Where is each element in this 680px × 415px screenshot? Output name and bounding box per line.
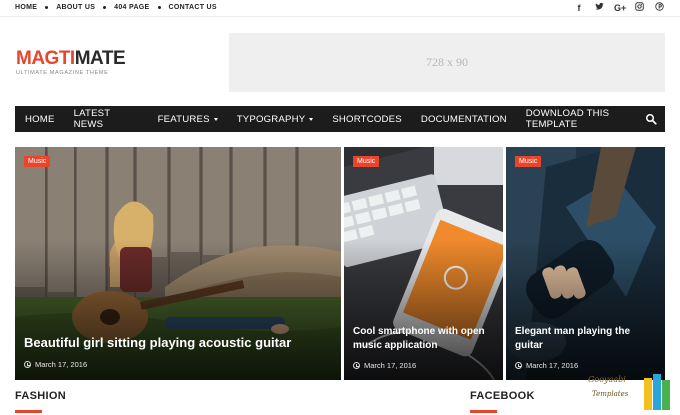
facebook-icon[interactable]: f: [574, 2, 584, 14]
top-nav-contact-us[interactable]: CONTACT US: [169, 4, 217, 11]
twitter-icon[interactable]: [594, 2, 604, 14]
category-badge[interactable]: Music: [353, 156, 380, 167]
books-icon: [644, 374, 670, 410]
post-date-text: March 17, 2016: [526, 361, 579, 370]
watermark-logo: Gooyaabi Templates: [582, 372, 674, 412]
section-heading-facebook: FACEBOOK: [470, 390, 535, 402]
top-nav-about-us[interactable]: ABOUT US: [56, 4, 95, 11]
logo-part-2: MATE: [74, 48, 126, 69]
separator-dot: [103, 6, 107, 9]
clock-icon: [24, 361, 31, 368]
nav-documentation[interactable]: DOCUMENTATION: [411, 106, 516, 132]
image-gradient: [506, 240, 665, 380]
top-nav: HOME ABOUT US 404 PAGE CONTACT US: [15, 4, 217, 11]
search-icon[interactable]: [645, 113, 657, 125]
caret-down-icon: [213, 117, 218, 121]
top-nav-home[interactable]: HOME: [15, 4, 37, 11]
post-date: March 17, 2016: [515, 361, 578, 370]
post-date: March 17, 2016: [24, 360, 87, 369]
section-accent-line: [15, 410, 42, 413]
ad-size-label: 728 x 90: [426, 55, 468, 69]
post-title[interactable]: Beautiful girl sitting playing acoustic …: [24, 334, 324, 352]
post-title[interactable]: Cool smartphone with open music applicat…: [353, 325, 498, 352]
nav-download-template[interactable]: DOWNLOAD THIS TEMPLATE: [516, 106, 665, 132]
clock-icon: [515, 362, 522, 369]
nav-features-label: FEATURES: [157, 113, 210, 125]
site-logo[interactable]: MAGTIMATE ULTIMATE MAGAZINE THEME: [16, 48, 126, 77]
featured-post-1[interactable]: Music Beautiful girl sitting playing aco…: [15, 147, 341, 380]
instagram-icon[interactable]: [634, 2, 644, 14]
logo-wordmark: MAGTIMATE: [16, 48, 126, 69]
post-date: March 17, 2016: [353, 361, 416, 370]
separator-dot: [45, 6, 49, 9]
nav-latest-news-label: LATEST NEWS: [73, 108, 111, 130]
section-heading-fashion: FASHION: [15, 390, 66, 402]
nav-features[interactable]: FEATURES: [148, 106, 227, 132]
featured-post-2[interactable]: Music Cool smartphone with open music ap…: [344, 147, 503, 380]
top-nav-404-page[interactable]: 404 PAGE: [114, 4, 149, 11]
nav-download-label: DOWNLOAD THIS TEMPLATE: [525, 108, 610, 130]
pinterest-icon[interactable]: [654, 2, 664, 14]
main-nav: HOME LATEST NEWS FEATURES TYPOGRAPHY SHO…: [15, 106, 665, 132]
nav-home-label: HOME: [25, 113, 55, 125]
post-date-text: March 17, 2016: [35, 360, 88, 369]
nav-documentation-label: DOCUMENTATION: [420, 113, 507, 125]
nav-home[interactable]: HOME: [15, 106, 64, 132]
google-plus-icon[interactable]: G+: [614, 2, 626, 14]
nav-shortcodes-label: SHORTCODES: [332, 113, 402, 125]
post-date-text: March 17, 2016: [364, 361, 417, 370]
logo-tagline: ULTIMATE MAGAZINE THEME: [16, 70, 109, 76]
nav-shortcodes[interactable]: SHORTCODES: [323, 106, 412, 132]
watermark-line-1: Gooyaabi: [588, 375, 626, 384]
clock-icon: [353, 362, 360, 369]
top-bar: HOME ABOUT US 404 PAGE CONTACT US f G+: [0, 0, 680, 17]
nav-typography[interactable]: TYPOGRAPHY: [227, 106, 323, 132]
logo-part-1: MAGTI: [16, 48, 75, 69]
image-gradient: [344, 240, 503, 380]
nav-latest-news[interactable]: LATEST NEWS: [64, 106, 148, 132]
social-links: f G+: [574, 2, 664, 14]
featured-post-3[interactable]: Music Elegant man playing the guitar Mar…: [506, 147, 665, 380]
nav-typography-label: TYPOGRAPHY: [236, 113, 306, 125]
watermark-line-2: Templates: [592, 390, 629, 398]
caret-down-icon: [309, 117, 314, 121]
section-accent-line: [470, 410, 497, 413]
category-badge[interactable]: Music: [515, 156, 542, 167]
separator-dot: [157, 6, 161, 9]
category-badge[interactable]: Music: [24, 156, 51, 167]
post-title[interactable]: Elegant man playing the guitar: [515, 325, 660, 352]
header-ad-banner[interactable]: 728 x 90: [229, 33, 665, 92]
